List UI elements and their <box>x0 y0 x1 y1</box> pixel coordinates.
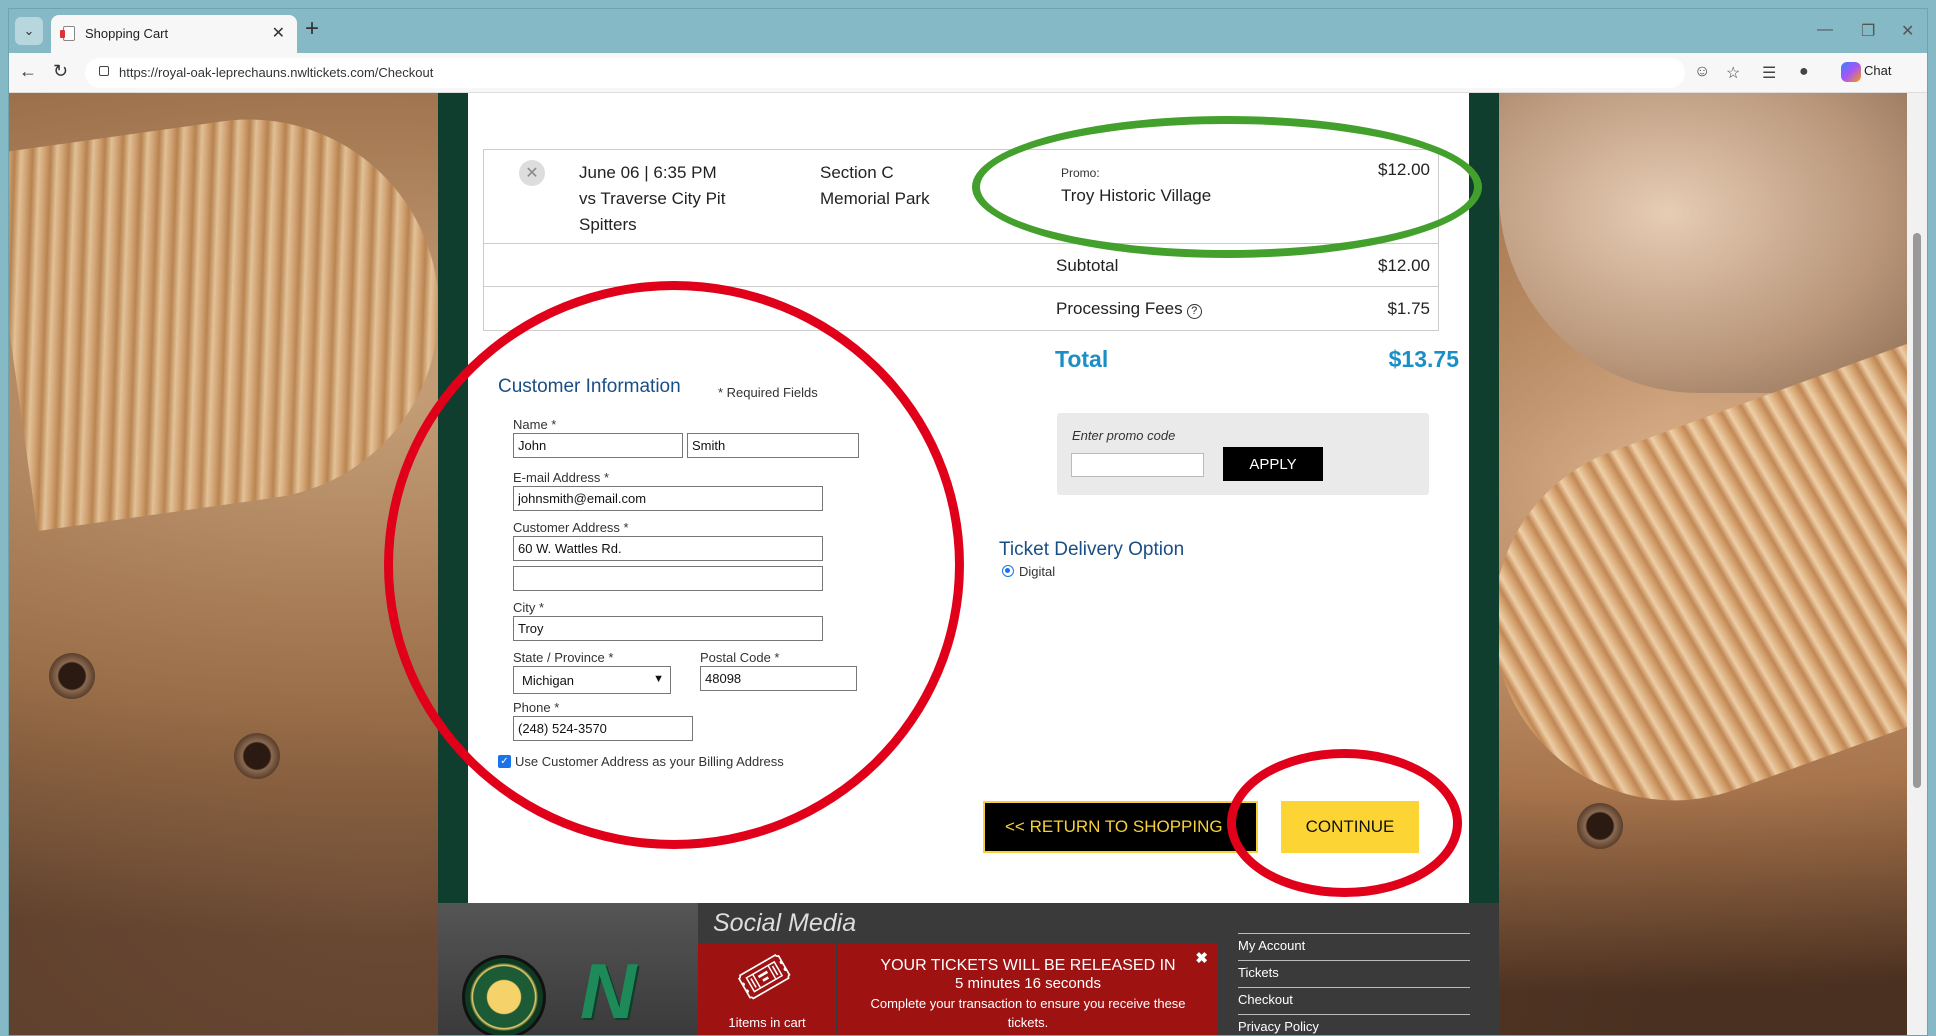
footer-link-tickets[interactable]: Tickets <box>1238 960 1470 987</box>
refresh-icon[interactable]: ↻ <box>53 61 68 82</box>
url-text: https://royal-oak-leprechauns.nwltickets… <box>119 65 434 80</box>
promo-code-input[interactable] <box>1071 453 1204 477</box>
browser-toolbar: ← ↻ https://royal-oak-leprechauns.nwltic… <box>9 53 1927 93</box>
footer-link-privacy-policy[interactable]: Privacy Policy <box>1238 1014 1470 1035</box>
event-info: June 06 | 6:35 PM vs Traverse City Pit S… <box>579 163 726 234</box>
close-tab-icon[interactable]: ✕ <box>272 23 285 43</box>
reading-mode-icon[interactable]: ☺ <box>1694 63 1710 81</box>
tab-bar: ⌄ Shopping Cart ✕ + — ❐ ✕ <box>9 9 1927 53</box>
favorite-star-icon[interactable]: ☆ <box>1726 63 1740 83</box>
background-lace-decoration <box>1577 803 1623 849</box>
back-icon[interactable]: ← <box>19 61 37 82</box>
social-media-title: Social Media <box>713 909 857 937</box>
ticket-timer-banner: YOUR TICKETS WILL BE RELEASED IN 5 minut… <box>838 943 1218 1035</box>
fees-value: $1.75 <box>1387 299 1430 318</box>
address-bar[interactable]: https://royal-oak-leprechauns.nwltickets… <box>85 58 1685 88</box>
footer-link-checkout[interactable]: Checkout <box>1238 987 1470 1014</box>
browser-window: ⌄ Shopping Cart ✕ + — ❐ ✕ ← ↻ https://ro… <box>8 8 1928 1036</box>
tab-title: Shopping Cart <box>85 26 169 41</box>
restore-icon[interactable]: ❐ <box>1861 21 1875 41</box>
total-label: Total <box>1055 346 1109 372</box>
close-window-icon[interactable]: ✕ <box>1901 21 1914 41</box>
footer: N Social Media 🎟 1items in cart YOUR TIC… <box>438 903 1499 1035</box>
promo-code-label: Enter promo code <box>1072 428 1176 443</box>
fees-label-wrap: Processing Fees? <box>1056 299 1202 319</box>
scrollbar[interactable] <box>1907 93 1927 1035</box>
subtotal-value: $12.00 <box>1378 256 1430 275</box>
cart-summary-box[interactable]: 🎟 1items in cart <box>698 942 836 1035</box>
annotation-green-oval <box>972 116 1482 258</box>
total-value: $13.75 <box>1388 346 1459 372</box>
items-in-cart: 1items in cart <box>728 1015 806 1030</box>
background-bat-image <box>9 94 464 532</box>
timer-heading: YOUR TICKETS WILL BE RELEASED IN <box>880 957 1176 974</box>
chat-button[interactable]: Chat <box>1864 63 1891 78</box>
annotation-red-oval-form <box>384 281 964 849</box>
subtotal-label: Subtotal <box>1056 256 1119 275</box>
digital-label: Digital <box>1019 564 1056 579</box>
promo-code-box: Enter promo code APPLY <box>1057 413 1429 495</box>
minimize-icon[interactable]: — <box>1817 21 1833 39</box>
fees-label: Processing Fees <box>1056 299 1183 318</box>
background-bat-image-right <box>1443 334 1909 852</box>
tab-shopping-cart[interactable]: Shopping Cart ✕ <box>51 15 297 53</box>
venue-text: Memorial Park <box>820 189 930 208</box>
digital-radio[interactable] <box>1002 565 1014 577</box>
remove-item-icon[interactable]: ✕ <box>519 160 545 186</box>
chevron-down-icon: ⌄ <box>23 23 35 38</box>
social-media-section: Social Media <box>698 903 1218 943</box>
league-logo[interactable]: N <box>580 952 676 1030</box>
tab-list-button[interactable]: ⌄ <box>15 17 43 45</box>
favorites-list-icon[interactable]: ☰ <box>1762 63 1776 83</box>
leprechauns-logo[interactable] <box>462 955 546 1035</box>
return-to-shopping-button[interactable]: << RETURN TO SHOPPING <box>983 801 1258 853</box>
annotation-red-oval-continue <box>1227 749 1462 897</box>
footer-links: My Account Tickets Checkout Privacy Poli… <box>1238 933 1470 1035</box>
seat-info: Section C Memorial Park <box>820 160 930 212</box>
timer-note: Complete your transaction to ensure you … <box>870 996 1186 1030</box>
ticket-icon: 🎟 <box>729 942 800 1011</box>
team-logos: N <box>438 903 698 1035</box>
new-tab-icon[interactable]: + <box>305 16 319 42</box>
scrollbar-thumb[interactable] <box>1913 233 1921 788</box>
apply-button[interactable]: APPLY <box>1223 447 1323 481</box>
lock-icon <box>99 66 109 76</box>
background-lace-decoration <box>234 733 280 779</box>
background-lace-decoration <box>49 653 95 699</box>
timer-countdown: 5 minutes 16 seconds <box>955 975 1101 992</box>
close-icon[interactable]: ✖ <box>1195 949 1208 967</box>
page-background: ✕ June 06 | 6:35 PM vs Traverse City Pit… <box>9 93 1909 1035</box>
background-glove-image <box>1499 93 1909 393</box>
help-icon[interactable]: ? <box>1186 304 1202 319</box>
section-text: Section C <box>820 163 894 182</box>
profile-icon[interactable]: ● <box>1799 63 1809 81</box>
copilot-icon[interactable] <box>1841 62 1861 82</box>
footer-link-my-account[interactable]: My Account <box>1238 933 1470 960</box>
page-favicon-icon <box>60 26 75 41</box>
delivery-title: Ticket Delivery Option <box>999 539 1185 560</box>
